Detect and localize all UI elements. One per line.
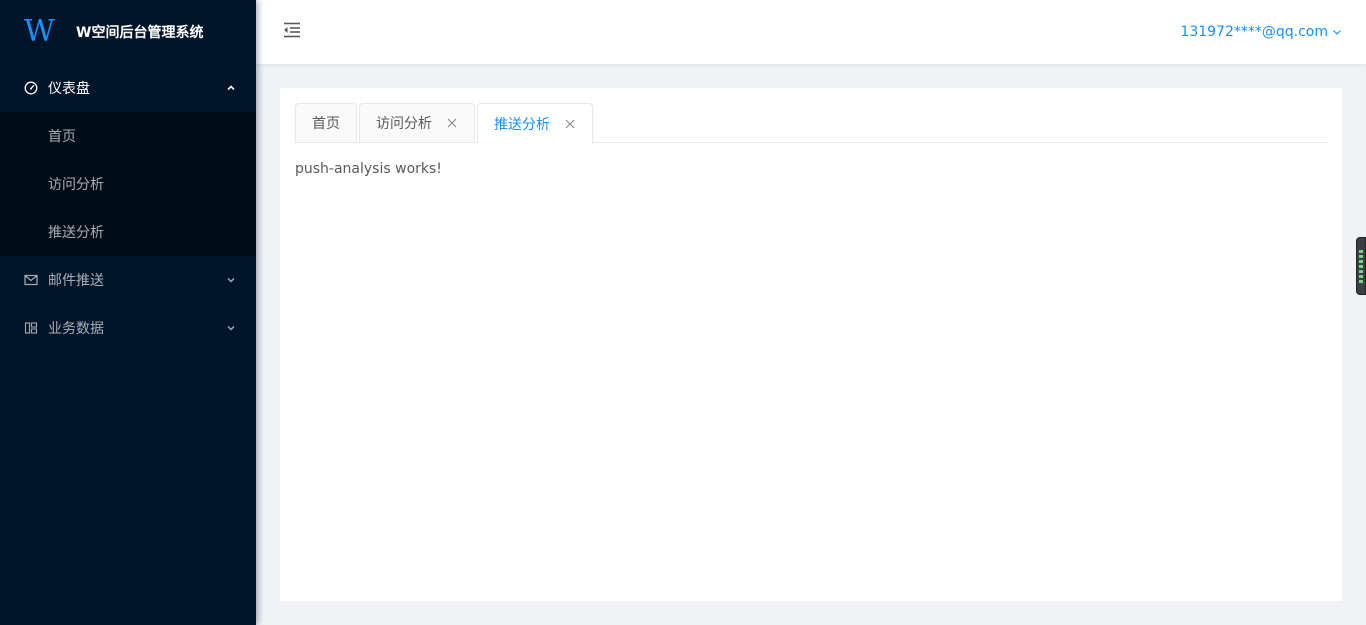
edge-widget-bar	[1359, 249, 1363, 253]
app-title: W空间后台管理系统	[76, 25, 204, 41]
edge-widget-bar	[1359, 269, 1363, 273]
sidebar-menu: 仪表盘 首页 访问分析 推送分析 邮件推送 业务数据	[0, 64, 256, 352]
chevron-down-icon	[226, 323, 236, 333]
sidebar-item-label: 推送分析	[48, 225, 104, 241]
logo-mark: W	[24, 14, 55, 49]
sidebar-item-push-analysis[interactable]: 推送分析	[0, 208, 256, 256]
user-email: 131972****@qq.com	[1180, 24, 1328, 40]
sidebar: W W空间后台管理系统 仪表盘 首页 访问分析 推送分析 邮件推送 业务数据	[0, 0, 256, 625]
edge-widget-bar	[1359, 254, 1363, 258]
edge-widget[interactable]	[1356, 237, 1366, 295]
tab-home[interactable]: 首页	[295, 103, 357, 143]
sidebar-menu-label: 业务数据	[48, 321, 104, 337]
menu-fold-button[interactable]	[278, 18, 306, 46]
appstore-icon	[24, 321, 38, 335]
sidebar-menu-label: 邮件推送	[48, 273, 104, 289]
chevron-down-icon	[1332, 27, 1342, 37]
sidebar-item-label: 访问分析	[48, 177, 104, 193]
edge-widget-bar	[1359, 274, 1363, 278]
sidebar-menu-label: 仪表盘	[48, 81, 90, 97]
edge-widget-bar	[1359, 279, 1363, 283]
sidebar-submenu-dashboard: 首页 访问分析 推送分析	[0, 112, 256, 256]
content-panel: 首页 访问分析 推送分析 push-analysis works!	[280, 88, 1342, 601]
page-text: push-analysis works!	[295, 161, 442, 177]
tab-label: 访问分析	[376, 116, 432, 132]
tab-push-analysis[interactable]: 推送分析	[477, 103, 593, 144]
close-icon[interactable]	[446, 117, 458, 129]
tab-visit-analysis[interactable]: 访问分析	[359, 103, 475, 143]
page-tabs: 首页 访问分析 推送分析	[295, 103, 1327, 144]
edge-widget-bar	[1359, 259, 1363, 263]
chevron-up-icon	[226, 83, 236, 93]
top-header: 131972****@qq.com	[256, 0, 1366, 64]
tab-label: 首页	[312, 116, 340, 132]
user-dropdown[interactable]: 131972****@qq.com	[1180, 24, 1342, 40]
sidebar-item-label: 首页	[48, 129, 76, 145]
menu-fold-icon	[282, 21, 302, 43]
close-icon[interactable]	[564, 118, 576, 130]
sidebar-menu-business-data[interactable]: 业务数据	[0, 304, 256, 352]
dashboard-icon	[24, 81, 38, 95]
chevron-down-icon	[226, 275, 236, 285]
edge-widget-bar	[1359, 264, 1363, 268]
sidebar-menu-dashboard[interactable]: 仪表盘	[0, 64, 256, 112]
sidebar-item-visit-analysis[interactable]: 访问分析	[0, 160, 256, 208]
logo[interactable]: W W空间后台管理系统	[0, 0, 256, 64]
sidebar-menu-mail-push[interactable]: 邮件推送	[0, 256, 256, 304]
tab-label: 推送分析	[494, 116, 550, 133]
sidebar-item-home[interactable]: 首页	[0, 112, 256, 160]
page-body: push-analysis works!	[295, 143, 1327, 177]
mail-icon	[24, 273, 38, 287]
